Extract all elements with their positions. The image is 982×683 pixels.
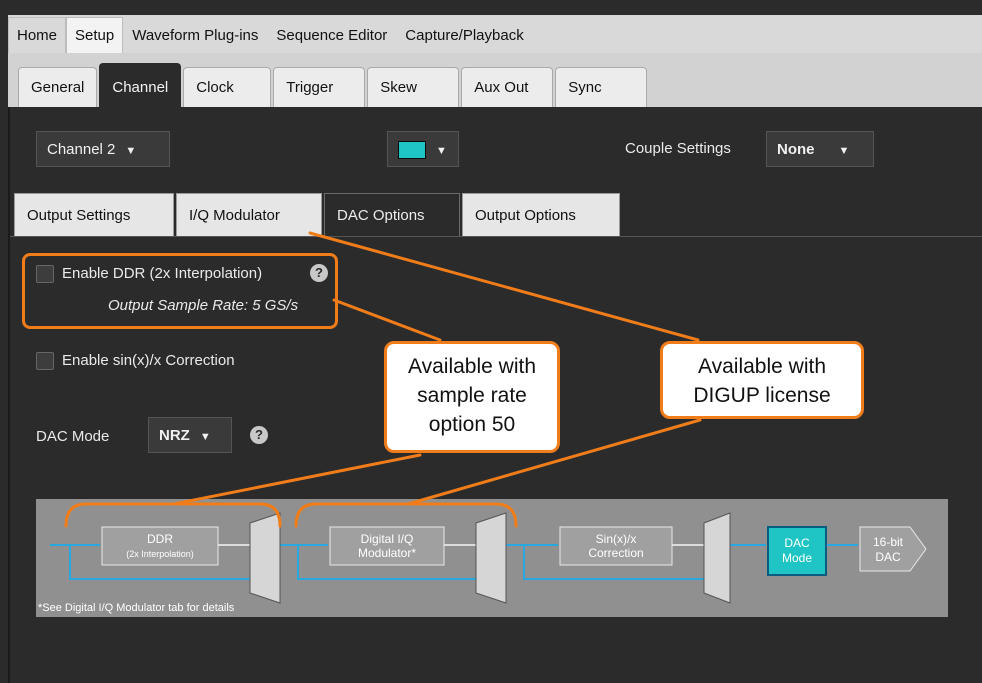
chevron-down-icon: ▼ bbox=[199, 431, 211, 443]
channel-color-select[interactable]: ▼ bbox=[387, 131, 459, 167]
dac-mode-help-icon[interactable]: ? bbox=[250, 426, 268, 444]
chevron-down-icon: ▼ bbox=[838, 145, 850, 157]
tab-sync[interactable]: Sync bbox=[555, 67, 648, 107]
channel-select[interactable]: Channel 2 ▼ bbox=[36, 131, 170, 167]
signal-path-diagram: DDR (2x Interpolation) Digital I/Q Modul… bbox=[36, 499, 948, 617]
menu-tab-setup[interactable]: Setup bbox=[66, 17, 124, 53]
menu-tab-waveform-plugins[interactable]: Waveform Plug-ins bbox=[123, 17, 267, 53]
tab-divider bbox=[10, 236, 982, 237]
tab-clock[interactable]: Clock bbox=[183, 67, 272, 107]
tab-skew[interactable]: Skew bbox=[367, 67, 460, 107]
iq-block-label: Digital I/Q bbox=[361, 532, 414, 546]
ddr-block-label: DDR bbox=[147, 532, 173, 546]
callout-sample-rate-option: Available with sample rate option 50 bbox=[384, 341, 560, 453]
main-menu-bar: Home Setup Waveform Plug-ins Sequence Ed… bbox=[8, 15, 982, 53]
tab-general[interactable]: General bbox=[18, 67, 98, 107]
dac-mode-block-label: DAC bbox=[784, 536, 810, 550]
callout-line: option 50 bbox=[428, 413, 516, 436]
menu-tab-home[interactable]: Home bbox=[8, 17, 67, 53]
dac-block-sublabel: DAC bbox=[875, 550, 901, 564]
dac-mode-select[interactable]: NRZ ▼ bbox=[148, 417, 232, 453]
tab-output-options[interactable]: Output Options bbox=[462, 193, 620, 237]
mux-1 bbox=[249, 512, 281, 604]
tab-iq-modulator[interactable]: I/Q Modulator bbox=[176, 193, 322, 237]
couple-settings-select[interactable]: None ▼ bbox=[766, 131, 874, 167]
menu-tab-sequence-editor[interactable]: Sequence Editor bbox=[267, 17, 396, 53]
tab-channel[interactable]: Channel bbox=[99, 63, 182, 107]
channel-color-swatch bbox=[398, 141, 426, 160]
sinx-block-label: Sin(x)/x bbox=[596, 532, 637, 546]
chevron-down-icon: ▼ bbox=[436, 145, 447, 157]
diagram-footnote: *See Digital I/Q Modulator tab for detai… bbox=[38, 602, 235, 614]
callout-line: Available with bbox=[407, 355, 537, 378]
enable-sinx-checkbox[interactable] bbox=[36, 352, 54, 370]
dac-mode-block-sublabel: Mode bbox=[782, 551, 812, 565]
enable-sinx-label: Enable sin(x)/x Correction bbox=[62, 352, 235, 369]
tab-output-settings[interactable]: Output Settings bbox=[14, 193, 174, 237]
callout-digup-license: Available with DIGUP license bbox=[660, 341, 864, 419]
callout-line: DIGUP license bbox=[693, 384, 831, 407]
ddr-highlight-box bbox=[22, 253, 338, 329]
channel-select-value: Channel 2 bbox=[47, 141, 116, 158]
dac-block-label: 16-bit bbox=[873, 535, 904, 549]
ddr-block-sublabel: (2x Interpolation) bbox=[126, 549, 194, 559]
dac-mode-label: DAC Mode bbox=[36, 428, 110, 445]
sinx-block-sublabel: Correction bbox=[588, 546, 643, 560]
mux-3 bbox=[703, 512, 731, 604]
tab-dac-options[interactable]: DAC Options bbox=[324, 193, 460, 237]
tab-trigger[interactable]: Trigger bbox=[273, 67, 366, 107]
couple-settings-value: None bbox=[777, 141, 815, 158]
channel-option-tabs: Output Settings I/Q Modulator DAC Option… bbox=[10, 193, 982, 237]
app-window: Home Setup Waveform Plug-ins Sequence Ed… bbox=[0, 0, 982, 683]
tab-aux-out[interactable]: Aux Out bbox=[461, 67, 554, 107]
menu-tab-capture-playback[interactable]: Capture/Playback bbox=[396, 17, 532, 53]
couple-settings-label: Couple Settings bbox=[625, 140, 731, 157]
mux-2 bbox=[475, 512, 507, 604]
callout-line: Available with bbox=[697, 355, 827, 378]
iq-block-sublabel: Modulator* bbox=[358, 546, 416, 560]
dac-mode-value: NRZ bbox=[159, 427, 190, 444]
callout-line: sample rate bbox=[417, 384, 527, 407]
chevron-down-icon: ▼ bbox=[125, 145, 137, 157]
channel-settings-panel: Channel 2 ▼ ▼ Couple Settings None ▼ Outpu… bbox=[8, 107, 982, 683]
dac-block bbox=[859, 526, 927, 572]
setup-tab-bar: General Channel Clock Trigger Skew Aux O… bbox=[8, 53, 982, 107]
